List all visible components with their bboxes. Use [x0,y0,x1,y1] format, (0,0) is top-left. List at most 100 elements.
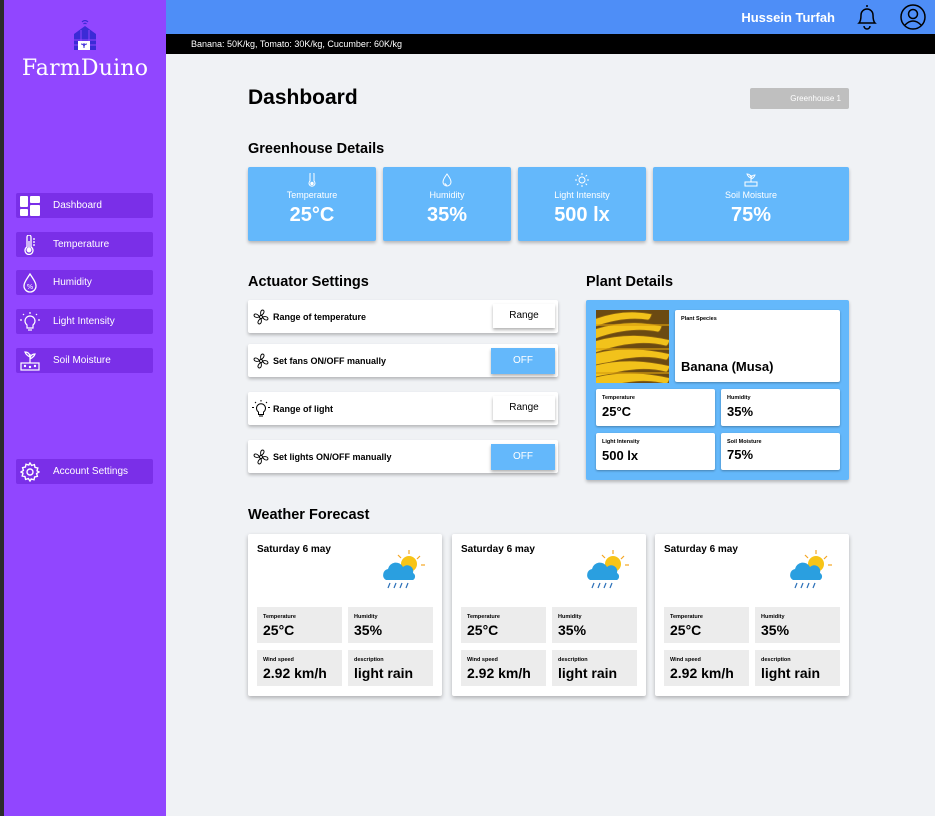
weather-wind-label: Wind speed [670,657,701,663]
weather-temperature-label: Temperature [263,614,296,620]
stat-card-soil-moisture[interactable]: Soil Moisture 75% [653,167,849,241]
weather-temperature-label: Temperature [670,614,703,620]
price-ticker: Banana: 50K/kg, Tomato: 30K/kg, Cucumber… [166,34,935,54]
stat-label: Temperature [286,190,338,200]
actuator-settings-heading: Actuator Settings [248,274,369,290]
sidebar-item-label: Light Intensity [53,316,115,327]
weather-humidity-label: Humidity [354,614,378,620]
logo[interactable]: FarmDuino [4,20,166,81]
greenhouse-selector[interactable]: Greenhouse 1 [750,88,849,109]
stat-card-temperature[interactable]: Temperature 25°C [248,167,376,241]
sidebar-item-account-settings[interactable]: Account Settings [16,459,153,484]
plant-light-value: 500 lx [602,448,639,463]
bell-icon[interactable] [854,3,880,36]
sidebar-item-label: Temperature [53,239,110,250]
weather-description-value: light rain [354,665,414,681]
actuator-label: Set lights ON/OFF manually [273,451,392,462]
weather-humidity-box: Humidity 35% [348,607,433,643]
weather-card[interactable]: Saturday 6 may Temperature 25°C Humidity 3… [248,534,442,696]
temperature-range-button[interactable]: Range [493,304,555,328]
plant-species-card: Plant Species Banana (Musa) [675,310,840,382]
light-range-button[interactable]: Range [493,396,555,420]
weather-temperature-label: Temperature [467,614,500,620]
greenhouse-logo-icon [74,20,96,50]
top-bar: Hussein Turfah [166,0,935,34]
weather-wind-value: 2.92 km/h [263,665,327,681]
weather-temperature-box: Temperature 25°C [257,607,342,643]
thermometer-icon [248,173,376,187]
stat-card-light-intensity[interactable]: Light Intensity 500 lx [518,167,646,241]
sidebar-item-humidity[interactable]: % Humidity [16,270,153,295]
stat-label: Humidity [429,190,465,200]
sun-icon [518,173,646,187]
actuator-row-lights-toggle: Set lights ON/OFF manually OFF [248,440,558,473]
weather-description-value: light rain [761,665,821,681]
weather-wind-value: 2.92 km/h [467,665,531,681]
rain-cloud-icon [380,550,426,597]
gear-icon [19,461,41,483]
sidebar: FarmDuino Dashboard Temperature % Humidi… [4,0,166,816]
weather-description-label: description [558,657,588,663]
sidebar-item-label: Soil Moisture [53,355,111,366]
plant-soil-label: Soil Moisture [727,439,762,445]
weather-temperature-value: 25°C [467,622,499,638]
user-name[interactable]: Hussein Turfah [741,10,835,25]
banana-image [596,310,669,383]
plant-temperature-card: Temperature 25°C [596,389,715,426]
droplet-icon [383,173,511,187]
plant-temperature-label: Temperature [602,395,635,401]
app-name: FarmDuino [21,56,149,81]
stat-value: 500 lx [554,204,610,226]
weather-humidity-label: Humidity [761,614,785,620]
sidebar-item-label: Humidity [53,277,92,288]
lightbulb-icon [19,311,41,333]
soil-moisture-icon [19,350,41,372]
weather-temperature-value: 25°C [670,622,702,638]
actuator-label: Range of light [273,403,333,414]
weather-temperature-box: Temperature 25°C [461,607,546,643]
greenhouse-details-heading: Greenhouse Details [248,141,385,157]
sidebar-item-temperature[interactable]: Temperature [16,232,153,257]
weather-humidity-box: Humidity 35% [552,607,637,643]
actuator-row-temperature-range: Range of temperature Range [248,300,558,333]
user-avatar-icon[interactable] [899,3,927,36]
thermometer-icon [19,234,41,256]
sidebar-item-soil-moisture[interactable]: Soil Moisture [16,348,153,373]
weather-date: Saturday 6 may [257,544,331,555]
weather-card[interactable]: Saturday 6 may Temperature 25°C Humidity 3… [452,534,646,696]
weather-temperature-value: 25°C [263,622,295,638]
plant-icon [653,173,849,187]
sidebar-item-light-intensity[interactable]: Light Intensity [16,309,153,334]
page-title: Dashboard [248,86,358,109]
lights-toggle-button[interactable]: OFF [491,444,555,470]
fans-toggle-button[interactable]: OFF [491,348,555,374]
plant-humidity-value: 35% [727,404,754,419]
plant-details-heading: Plant Details [586,274,674,290]
svg-text:%: % [27,283,34,291]
weather-humidity-label: Humidity [558,614,582,620]
actuator-label: Set fans ON/OFF manually [273,355,387,366]
weather-wind-box: Wind speed 2.92 km/h [461,650,546,686]
stat-card-humidity[interactable]: Humidity 35% [383,167,511,241]
weather-humidity-value: 35% [558,622,587,638]
dashboard-icon [19,195,41,217]
stat-value: 35% [426,204,468,226]
weather-forecast-heading: Weather Forecast [248,507,370,523]
sidebar-item-label: Dashboard [53,200,102,211]
plant-light-card: Light Intensity 500 lx [596,433,715,470]
plant-humidity-card: Humidity 35% [721,389,840,426]
sidebar-item-label: Account Settings [53,466,129,477]
stat-value: 75% [730,204,772,226]
plant-species-value: Banana (Musa) [681,359,774,374]
weather-card[interactable]: Saturday 6 may Temperature 25°C Humidity 3… [655,534,849,696]
sidebar-item-dashboard[interactable]: Dashboard [16,193,153,218]
actuator-row-light-range: Range of light Range [248,392,558,425]
weather-description-value: light rain [558,665,618,681]
fan-icon [252,352,270,370]
weather-humidity-value: 35% [354,622,383,638]
stat-label: Soil Moisture [724,190,778,200]
plant-soil-value: 75% [727,447,754,462]
weather-description-box: description light rain [552,650,637,686]
weather-date: Saturday 6 may [461,544,535,555]
weather-wind-box: Wind speed 2.92 km/h [257,650,342,686]
